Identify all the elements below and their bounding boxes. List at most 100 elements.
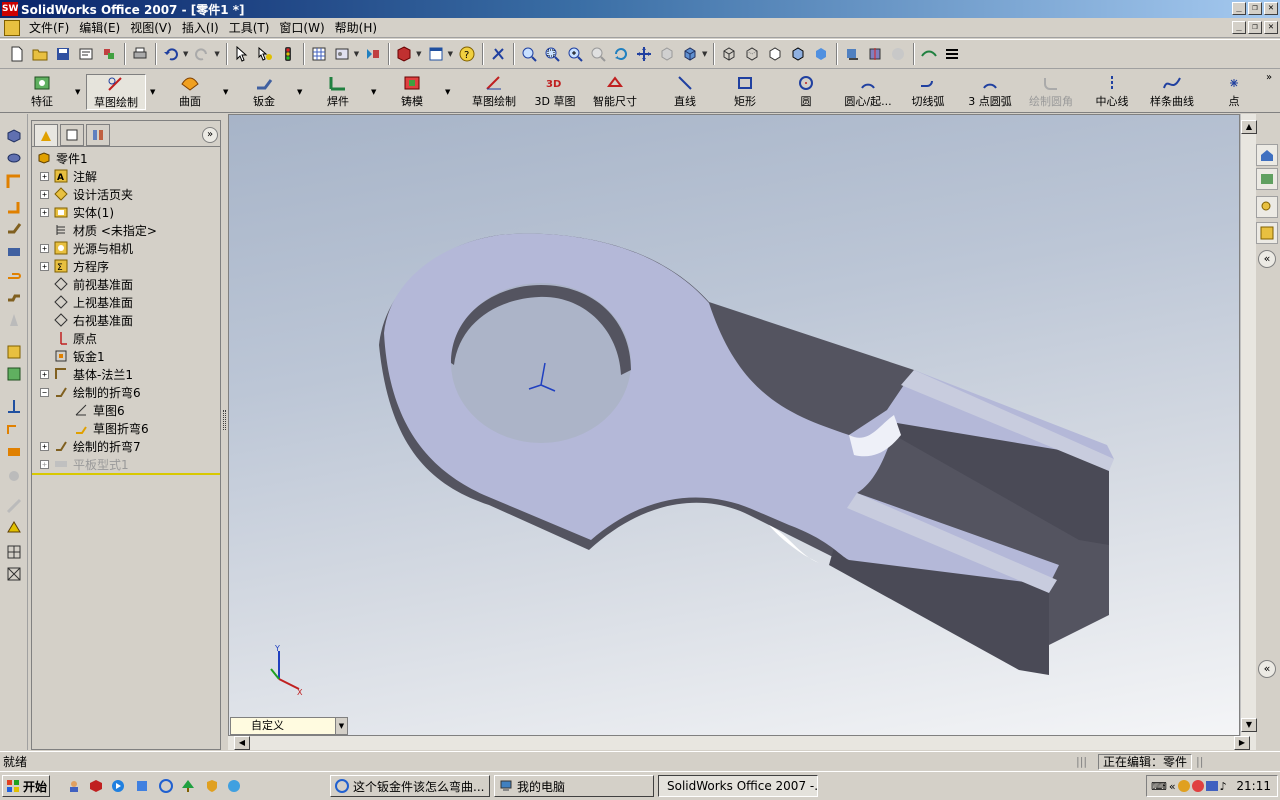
property-manager-tab-icon[interactable] xyxy=(60,124,84,146)
expand-panel-icon[interactable]: » xyxy=(202,127,218,143)
cmd-circle[interactable]: 圆 xyxy=(794,74,818,110)
save-icon[interactable] xyxy=(52,43,74,65)
expand-toggle[interactable]: + xyxy=(40,243,49,253)
qq-icon[interactable] xyxy=(1177,780,1190,792)
keyboard-icon[interactable]: ⌨ xyxy=(1151,780,1167,793)
configuration-combo[interactable]: 自定义 ▼ xyxy=(230,717,348,735)
undo-icon[interactable] xyxy=(160,43,182,65)
print-icon[interactable] xyxy=(129,43,151,65)
shaded-icon[interactable] xyxy=(810,43,832,65)
section-view-icon[interactable] xyxy=(864,43,886,65)
doc-close-button[interactable]: ✕ xyxy=(1264,21,1278,34)
mold-dropdown-icon[interactable]: ▼ xyxy=(445,88,450,96)
collapse-task-pane-icon[interactable]: « xyxy=(1258,250,1276,268)
curvature-icon[interactable] xyxy=(918,43,940,65)
expand-toggle[interactable]: + xyxy=(40,441,49,451)
tree-node-annotations[interactable]: + A 注解 xyxy=(40,167,97,185)
graphics-area[interactable]: Y X xyxy=(228,114,1240,736)
menu-help[interactable]: 帮助(H) xyxy=(330,19,382,36)
expand-task-pane-icon[interactable]: « xyxy=(1258,660,1276,678)
configuration-manager-tab-icon[interactable] xyxy=(86,124,110,146)
horizontal-scrollbar[interactable]: ◀ ▶ xyxy=(228,736,1256,750)
view-palette-icon[interactable] xyxy=(1256,222,1278,244)
sketched-bend-tool-icon[interactable] xyxy=(4,218,24,238)
tree-node-equations[interactable]: + Σ 方程序 xyxy=(40,257,109,275)
rollback-bar[interactable] xyxy=(32,473,220,475)
taskbar-item-browser[interactable]: 这个钣金件该怎么弯曲... xyxy=(330,775,490,797)
zebra-stripes-icon[interactable] xyxy=(941,43,963,65)
expand-toggle[interactable]: + xyxy=(40,261,49,271)
cmd-sketch-tool[interactable]: 草图绘制 xyxy=(466,74,522,110)
jog-icon[interactable] xyxy=(4,288,24,308)
menu-edit[interactable]: 编辑(E) xyxy=(74,19,125,36)
grid-options-icon[interactable] xyxy=(308,43,330,65)
tree-node-sketched-bend7[interactable]: + 绘制的折弯7 xyxy=(40,437,141,455)
tree-node-top-plane[interactable]: 上视基准面 xyxy=(53,293,133,311)
tree-node-material[interactable]: 材质 <未指定> xyxy=(53,221,157,239)
expand-toggle[interactable]: + xyxy=(40,171,49,181)
cmd-smart-dimension[interactable]: 智能尺寸 xyxy=(588,74,642,110)
cmd-tangent-arc[interactable]: 切线弧 xyxy=(908,74,948,110)
shaded-with-edges-icon[interactable] xyxy=(787,43,809,65)
start-button[interactable]: 开始 xyxy=(2,775,50,797)
quick-launch-browser-icon[interactable] xyxy=(226,778,242,794)
open-folder-icon[interactable] xyxy=(29,43,51,65)
view-orientation-icon[interactable] xyxy=(487,43,509,65)
new-document-icon[interactable] xyxy=(6,43,28,65)
tree-node-sketch6[interactable]: 草图6 xyxy=(73,401,125,419)
fold-icon[interactable] xyxy=(4,364,24,384)
vertical-scrollbar[interactable]: ▲ ▼ xyxy=(1240,114,1257,736)
configuration-dropdown-icon[interactable]: ▼ xyxy=(335,718,347,734)
make-assembly-icon[interactable] xyxy=(98,43,120,65)
cmd-point[interactable]: 点 xyxy=(1224,74,1244,110)
view-orientation-dropdown-icon[interactable]: ▼ xyxy=(702,50,707,58)
messenger-icon[interactable] xyxy=(1191,780,1204,792)
hidden-lines-removed-icon[interactable] xyxy=(764,43,786,65)
taskbar-item-my-computer[interactable]: 我的电脑 xyxy=(494,775,654,797)
menu-window[interactable]: 窗口(W) xyxy=(274,19,329,36)
quick-launch-shield-icon[interactable] xyxy=(204,778,220,794)
hem-icon[interactable] xyxy=(4,264,24,284)
forming-tool-icon[interactable] xyxy=(4,518,24,538)
cmd-3d-sketch[interactable]: 3D 3D 草图 xyxy=(532,74,578,110)
cmd-centerline[interactable]: 中心线 xyxy=(1092,74,1132,110)
network-icon[interactable] xyxy=(1205,781,1218,791)
select-arrow-icon[interactable] xyxy=(231,43,253,65)
minimize-button[interactable]: _ xyxy=(1232,2,1246,15)
zoom-in-out-icon[interactable] xyxy=(564,43,586,65)
taskbar-item-solidworks[interactable]: SolidWorks Office 2007 -... xyxy=(658,775,818,797)
tree-node-flat-pattern1[interactable]: + 平板型式1 xyxy=(40,455,129,473)
doc-minimize-button[interactable]: _ xyxy=(1232,21,1246,34)
wireframe-icon[interactable] xyxy=(718,43,740,65)
cmd-sheet-metal[interactable]: 钣金 xyxy=(246,74,282,110)
menu-view[interactable]: 视图(V) xyxy=(125,19,177,36)
expand-toggle[interactable]: + xyxy=(40,369,49,379)
collapse-toggle[interactable]: − xyxy=(40,387,49,397)
options-dropdown-icon[interactable]: ▼ xyxy=(354,50,359,58)
cmd-mold[interactable]: 铸模 xyxy=(394,74,430,110)
cmd-rectangle[interactable]: 矩形 xyxy=(728,74,762,110)
closed-corner-icon[interactable] xyxy=(4,442,24,462)
shadows-icon[interactable] xyxy=(841,43,863,65)
rebuild-traffic-light-icon[interactable] xyxy=(277,43,299,65)
extruded-boss-icon[interactable] xyxy=(4,126,24,146)
unfold-icon[interactable] xyxy=(4,342,24,362)
menu-file[interactable]: 文件(F) xyxy=(24,19,74,36)
surfaces-dropdown-icon[interactable]: ▼ xyxy=(223,88,228,96)
rip-icon[interactable] xyxy=(4,396,24,416)
quick-launch-media-icon[interactable] xyxy=(110,778,126,794)
cmd-line[interactable]: 直线 xyxy=(668,74,702,110)
scroll-up-icon[interactable]: ▲ xyxy=(1241,120,1257,134)
expand-toggle[interactable]: + xyxy=(40,189,49,199)
tree-node-front-plane[interactable]: 前视基准面 xyxy=(53,275,133,293)
menu-insert[interactable]: 插入(I) xyxy=(177,19,224,36)
3d-content-icon[interactable] xyxy=(393,43,415,65)
cmd-features[interactable]: 特征 xyxy=(24,74,60,110)
tree-node-design-binder[interactable]: + 设计活页夹 xyxy=(40,185,133,203)
cmd-3point-arc[interactable]: 3 点圆弧 xyxy=(964,74,1016,110)
flatten-icon[interactable] xyxy=(4,242,24,262)
zoom-to-area-icon[interactable] xyxy=(541,43,563,65)
menu-tools[interactable]: 工具(T) xyxy=(224,19,275,36)
close-button[interactable]: ✕ xyxy=(1264,2,1278,15)
rotate-view-icon[interactable] xyxy=(610,43,632,65)
